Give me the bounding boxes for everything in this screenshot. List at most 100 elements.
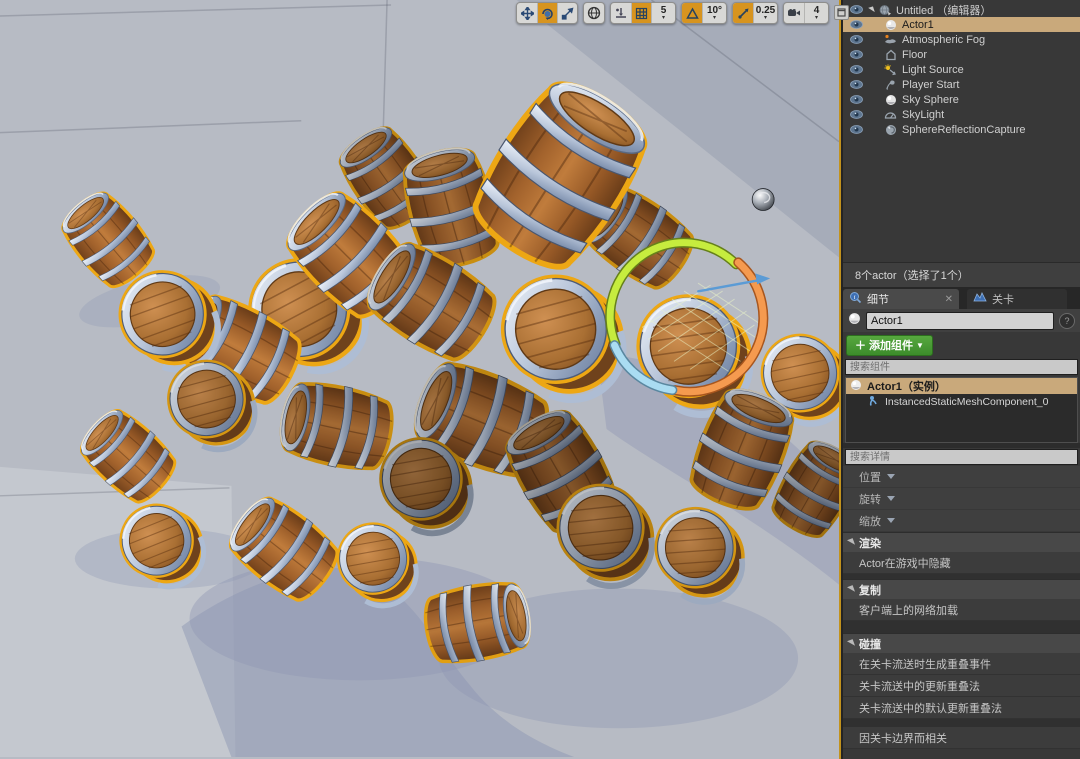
property-row[interactable]: Actor在游戏中隐藏 [843, 552, 1080, 574]
camera-speed-button[interactable] [784, 3, 804, 23]
component-row-instanced-static-mesh[interactable]: InstancedStaticMeshComponent_0 [846, 394, 1077, 410]
outliner-row-skylight[interactable]: SkyLight [843, 107, 1080, 122]
section-header-replication[interactable]: 复制 [843, 579, 1080, 599]
section-expand-icon [846, 538, 856, 547]
visibility-eye-icon[interactable] [843, 95, 869, 104]
property-row-level-bounds[interactable]: 因关卡边界而相关 [843, 727, 1080, 749]
maximize-viewport-button[interactable] [834, 5, 849, 20]
scale-snap-button[interactable] [733, 3, 753, 23]
outliner-row-atmospheric-fog[interactable]: Atmospheric Fog [843, 32, 1080, 47]
scale-tool-button[interactable] [557, 3, 577, 23]
plus-icon: ＋ [855, 340, 866, 352]
level-tab-icon [973, 292, 987, 306]
outliner-item-label: Atmospheric Fog [902, 33, 986, 46]
viewport[interactable]: 5 ▾ 10° ▾ 0.25 ▾ 4 ▾ [0, 0, 849, 759]
reflection-capture-icon [883, 124, 898, 136]
property-label: 关卡流送中的默认更新重叠法 [859, 702, 1002, 715]
caret-down-icon: ▾ [814, 14, 818, 21]
viewport-toolbar: 5 ▾ 10° ▾ 0.25 ▾ 4 ▾ [516, 2, 849, 24]
instanced-static-mesh-icon [868, 395, 880, 410]
world-outliner: Untitled （编辑器） Actor1 Atmospheric Fog Fl… [843, 0, 1080, 287]
caret-down-icon: ▾ [763, 14, 767, 21]
transform-row-rotation[interactable]: 旋转 [843, 488, 1080, 510]
section-title: 碰撞 [859, 638, 881, 651]
search-details-input[interactable] [845, 449, 1078, 465]
property-row[interactable]: 关卡流送中的更新重叠法 [843, 675, 1080, 697]
grid-snap-button[interactable] [631, 3, 651, 23]
rotation-snap-value-button[interactable]: 10° ▾ [702, 3, 726, 23]
component-row-actor-instance[interactable]: Actor1（实例） [846, 378, 1077, 394]
transform-row-label: 旋转 [859, 493, 881, 506]
outliner-item-label: Light Source [902, 63, 964, 76]
expand-arrow-icon[interactable] [868, 5, 875, 14]
visibility-eye-icon[interactable] [843, 80, 869, 89]
section-header-collision[interactable]: 碰撞 [843, 633, 1080, 653]
fog-icon [883, 34, 898, 45]
transform-row-scale[interactable]: 缩放 [843, 510, 1080, 532]
caret-down-icon: ▾ [661, 14, 665, 21]
tab-details[interactable]: i 细节 ✕ [843, 289, 959, 309]
grid-snap-value-button[interactable]: 5 ▾ [651, 3, 675, 23]
outliner-item-label: Actor1 [902, 18, 934, 31]
outliner-status-text: 8个actor（选择了1个） [855, 270, 969, 282]
scale-snap-value: 0.25 [755, 4, 776, 16]
caret-down-icon[interactable] [887, 474, 895, 479]
property-row[interactable]: 在关卡流送时生成重叠事件 [843, 653, 1080, 675]
visibility-eye-icon[interactable] [843, 50, 869, 59]
outliner-row-player-start[interactable]: Player Start [843, 77, 1080, 92]
floor-icon [883, 49, 898, 61]
tab-label: 细节 [867, 294, 889, 306]
section-expand-icon [846, 639, 856, 648]
component-label: Actor1（实例） [867, 381, 946, 393]
visibility-eye-icon[interactable] [843, 110, 869, 119]
actor-name-row: ? [843, 309, 1080, 332]
property-row[interactable]: 关卡流送中的默认更新重叠法 [843, 697, 1080, 719]
camera-speed-value-button[interactable]: 4 ▾ [804, 3, 828, 23]
player-start-icon [883, 79, 898, 91]
search-components-input[interactable] [845, 359, 1078, 375]
outliner-item-label: Floor [902, 48, 928, 61]
rotate-tool-button[interactable] [537, 3, 557, 23]
property-row[interactable]: 客户端上的网络加载 [843, 599, 1080, 621]
visibility-eye-icon[interactable] [843, 65, 869, 74]
caret-down-icon[interactable] [887, 518, 895, 523]
transform-row-label: 位置 [859, 471, 881, 484]
sphere-icon [848, 312, 861, 330]
help-icon[interactable]: ? [1059, 312, 1075, 329]
outliner-item-label: Player Start [902, 78, 960, 91]
tab-level[interactable]: 关卡 [967, 289, 1067, 309]
scale-snap-value-button[interactable]: 0.25 ▾ [753, 3, 777, 23]
add-component-row: ＋ 添加组件 ▼ [843, 332, 1080, 358]
world-space-toggle-button[interactable] [584, 3, 604, 23]
outliner-item-label: Sky Sphere [902, 93, 959, 106]
section-gap [843, 719, 1080, 727]
actor-name-input[interactable] [866, 311, 1054, 330]
right-panel: Untitled （编辑器） Actor1 Atmospheric Fog Fl… [841, 0, 1080, 759]
outliner-row-light-source[interactable]: Light Source [843, 62, 1080, 77]
close-icon[interactable]: ✕ [945, 294, 953, 305]
outliner-item-label: SphereReflectionCapture [902, 123, 1026, 136]
outliner-status-bar: 8个actor（选择了1个） [843, 262, 1080, 287]
rotation-snap-button[interactable] [682, 3, 702, 23]
section-header-rendering[interactable]: 渲染 [843, 532, 1080, 552]
viewport-scene[interactable] [0, 0, 839, 758]
transform-row-location[interactable]: 位置 [843, 466, 1080, 488]
outliner-row-sphere-reflection-capture[interactable]: SphereReflectionCapture [843, 122, 1080, 137]
add-component-button[interactable]: ＋ 添加组件 ▼ [846, 334, 933, 356]
outliner-row-sky-sphere[interactable]: Sky Sphere [843, 92, 1080, 107]
section-title: 渲染 [859, 537, 881, 550]
property-label: 在关卡流送时生成重叠事件 [859, 658, 991, 671]
visibility-eye-icon[interactable] [843, 35, 869, 44]
outliner-item-label: Untitled （编辑器） [896, 4, 992, 17]
sphere-reflection-capture-gizmo[interactable] [751, 188, 775, 211]
caret-down-icon[interactable] [887, 496, 895, 501]
property-label: Actor在游戏中隐藏 [859, 557, 951, 570]
surface-snap-button[interactable] [611, 3, 631, 23]
grid-snap-value: 5 [660, 4, 667, 16]
outliner-row-actor1[interactable]: Actor1 [843, 17, 1080, 32]
move-tool-button[interactable] [517, 3, 537, 23]
outliner-row-floor[interactable]: Floor [843, 47, 1080, 62]
outliner-row-level[interactable]: Untitled （编辑器） [843, 2, 1080, 17]
details-tabstrip: i 细节 ✕ 关卡 [843, 287, 1080, 309]
visibility-eye-icon[interactable] [843, 125, 869, 134]
